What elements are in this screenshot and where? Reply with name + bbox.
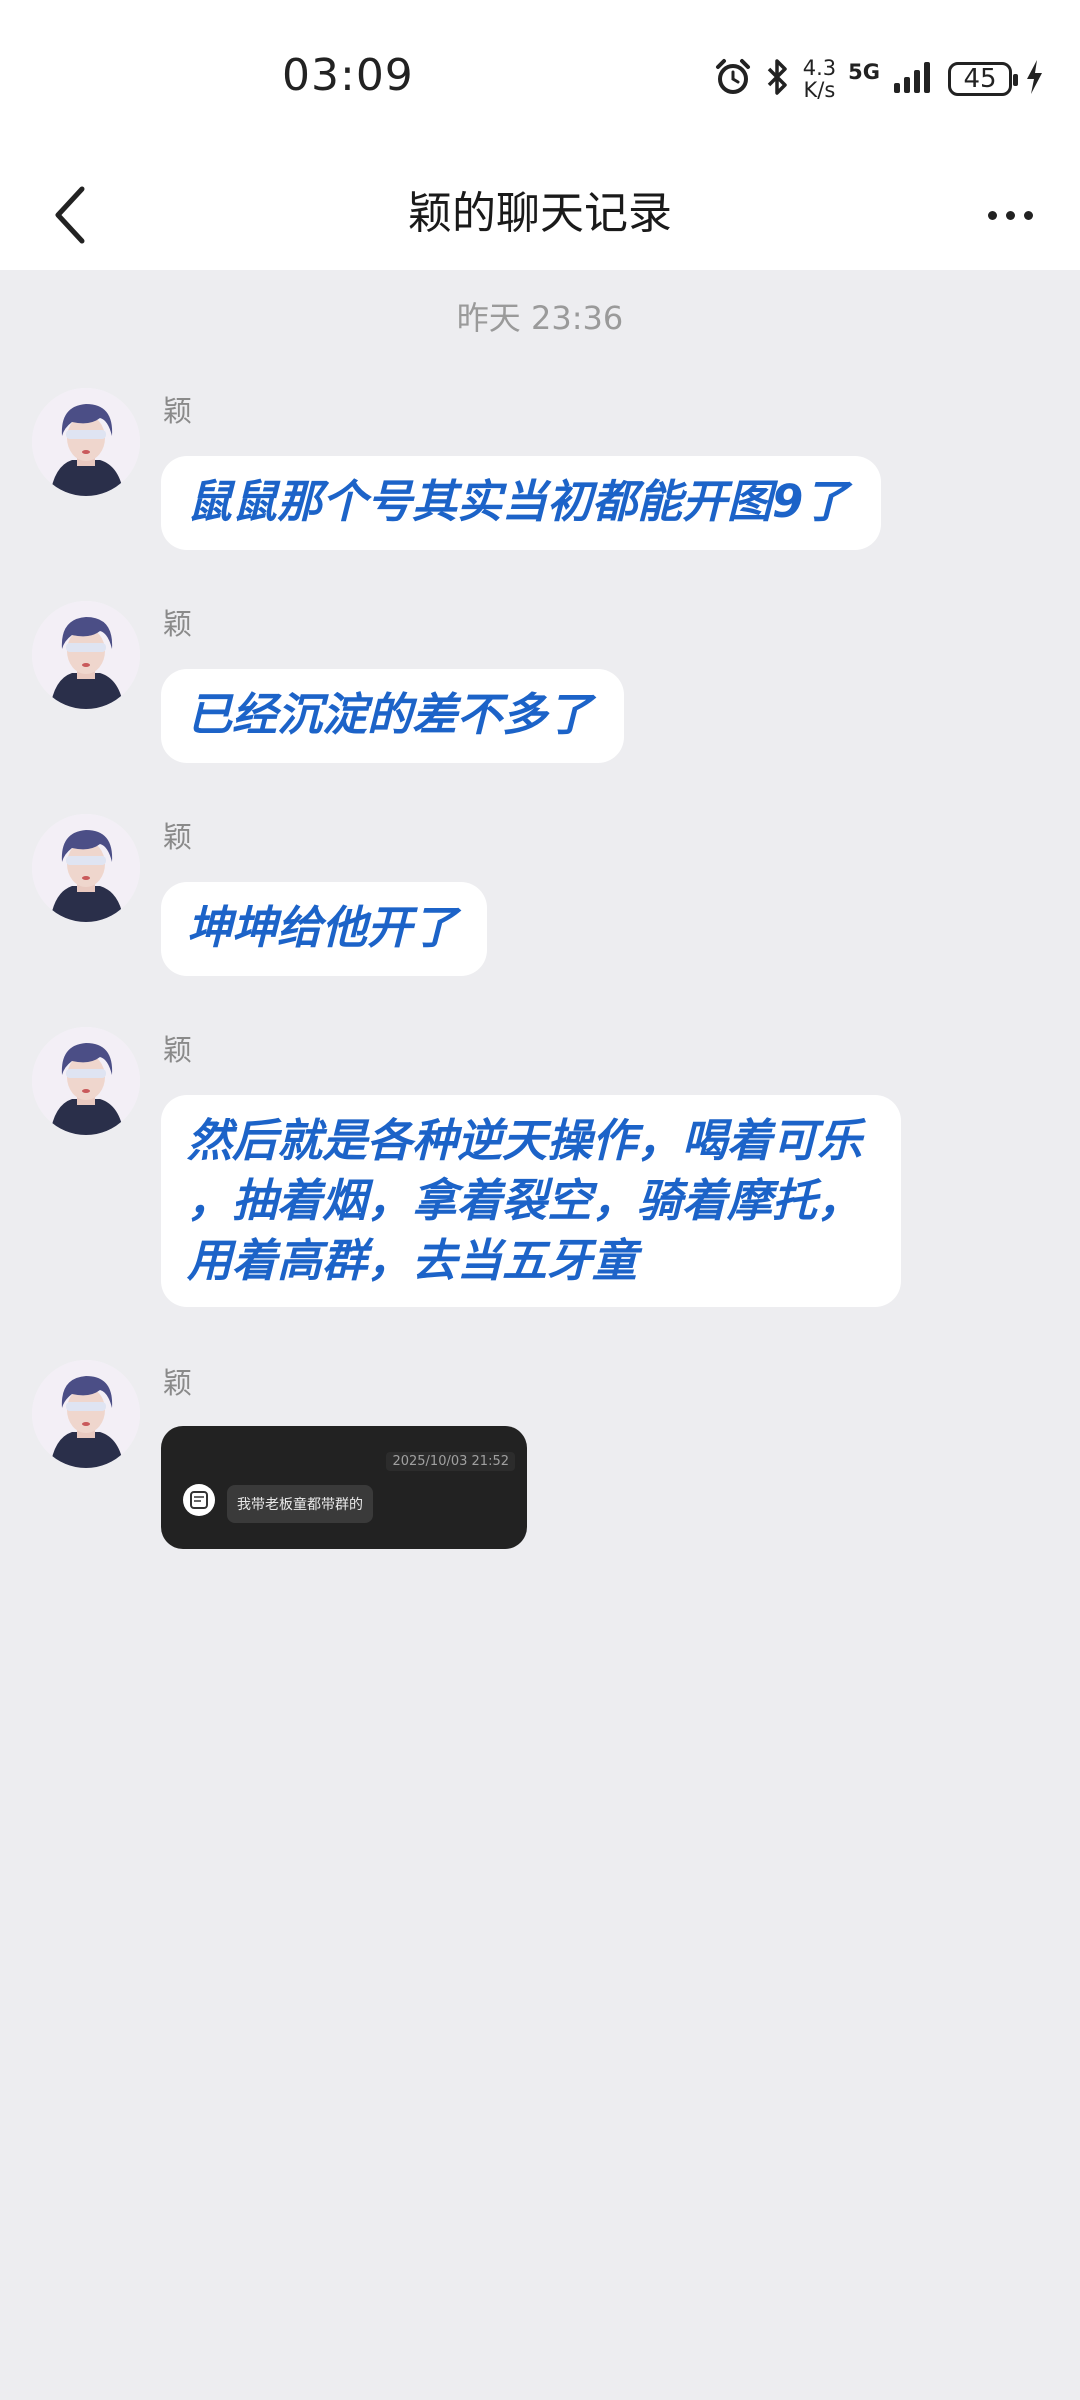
avatar[interactable] [32, 1027, 140, 1135]
avatar[interactable] [32, 1360, 140, 1468]
charging-icon [1024, 58, 1044, 100]
message-line: 用着高群，去当五牙童 [187, 1234, 638, 1287]
more-button[interactable] [970, 185, 1050, 245]
network-type: 5G [848, 60, 880, 84]
message-bubble[interactable]: 坤坤给他开了 [161, 882, 487, 976]
nav-bar: 颖的聊天记录 [0, 155, 1080, 270]
speed-value: 4.3 [802, 56, 837, 80]
bluetooth-icon [765, 57, 791, 101]
message-bubble[interactable]: 然后就是各种逆天操作，喝着可乐 ，抽着烟，拿着裂空，骑着摩托， 用着高群，去当五… [161, 1095, 901, 1307]
page-title: 颖的聊天记录 [408, 188, 672, 239]
sender-name: 颖 [163, 607, 193, 641]
message-line: 然后就是各种逆天操作，喝着可乐 [187, 1114, 863, 1167]
speed-unit: K/s [803, 78, 836, 102]
sender-name: 颖 [163, 820, 193, 854]
status-icons: 4.3 K/s 5G 45 [713, 56, 1044, 102]
status-bar: 03:09 4.3 K/s 5G 45 [0, 0, 1080, 155]
avatar[interactable] [32, 601, 140, 709]
message-bubble[interactable]: 已经沉淀的差不多了 [161, 669, 624, 763]
battery-icon: 45 [948, 62, 1018, 96]
forward-avatar [183, 1484, 215, 1516]
forward-message: 我带老板童都带群的 [227, 1485, 373, 1523]
alarm-icon [713, 57, 753, 101]
sender-name: 颖 [163, 394, 193, 428]
network-speed: 4.3 K/s [803, 57, 836, 101]
more-dots-icon [987, 210, 997, 220]
message-line: ，抽着烟，拿着裂空，骑着摩托， [187, 1174, 863, 1227]
avatar[interactable] [32, 388, 140, 496]
status-time: 03:09 [282, 50, 414, 101]
forward-date: 2025/10/03 21:52 [386, 1452, 515, 1471]
forwarded-record-card[interactable]: 2025/10/03 21:52 我带老板童都带群的 [161, 1426, 527, 1549]
chat-timestamp: 昨天 23:36 [456, 299, 624, 337]
avatar[interactable] [32, 814, 140, 922]
sender-name: 颖 [163, 1033, 193, 1067]
sender-name: 颖 [163, 1366, 193, 1400]
signal-icon [892, 59, 936, 99]
battery-level: 45 [963, 64, 997, 94]
message-bubble[interactable]: 鼠鼠那个号其实当初都能开图9了 [161, 456, 881, 550]
